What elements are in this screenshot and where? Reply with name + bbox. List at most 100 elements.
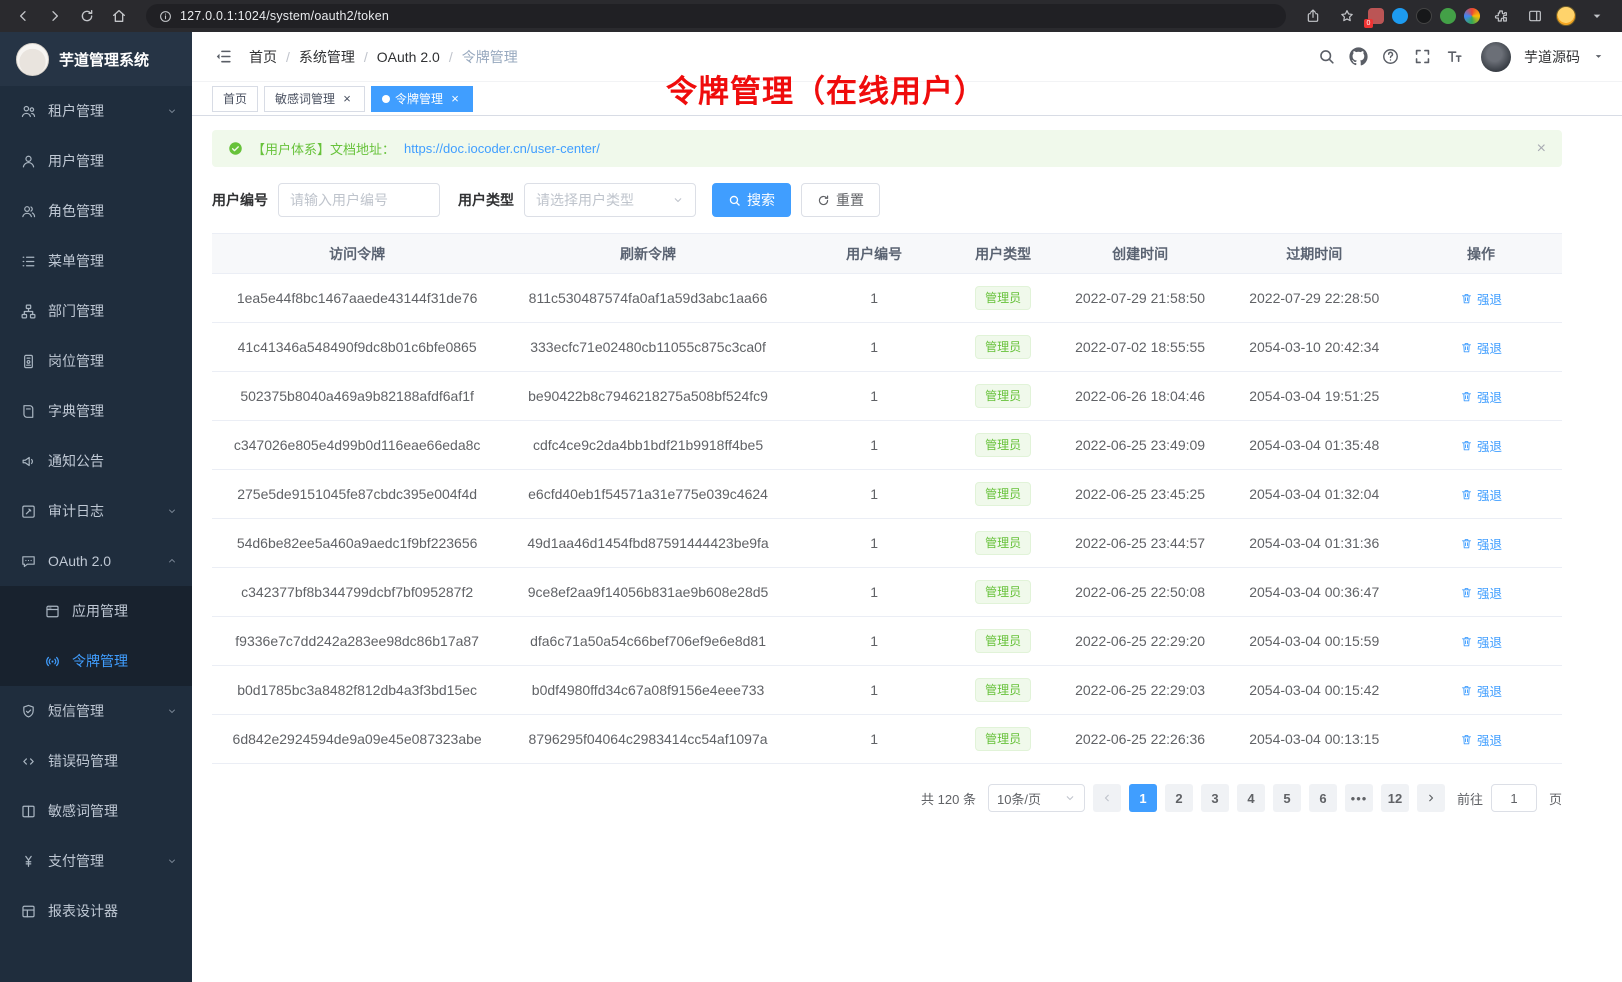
- chevron-down-icon: [166, 855, 178, 867]
- page-button-5[interactable]: 5: [1273, 784, 1301, 812]
- force-logout-button[interactable]: 强退: [1460, 632, 1502, 651]
- extension-icon[interactable]: [1416, 8, 1432, 24]
- breadcrumb-item[interactable]: 首页: [249, 47, 277, 67]
- sidebar-item-audit-log[interactable]: 审计日志: [0, 486, 192, 536]
- page-button-3[interactable]: 3: [1201, 784, 1229, 812]
- column-header: 用户类型: [954, 234, 1051, 274]
- user-avatar[interactable]: [1481, 42, 1511, 72]
- extension-icon[interactable]: 0: [1368, 8, 1384, 24]
- force-logout-button[interactable]: 强退: [1460, 583, 1502, 602]
- user-name[interactable]: 芋道源码: [1524, 47, 1580, 67]
- page-button-1[interactable]: 1: [1129, 784, 1157, 812]
- next-page-button[interactable]: [1417, 784, 1445, 812]
- extension-icon[interactable]: [1464, 8, 1480, 24]
- page-button-12[interactable]: 12: [1381, 784, 1409, 812]
- app-header: 首页/系统管理/OAuth 2.0/令牌管理 芋道源码: [192, 32, 1622, 82]
- user-caret-down-icon[interactable]: [1593, 51, 1604, 62]
- address-bar[interactable]: 127.0.0.1:1024/system/oauth2/token: [146, 4, 1286, 28]
- breadcrumb-item[interactable]: 系统管理: [299, 47, 355, 67]
- browser-profile-avatar[interactable]: [1556, 6, 1576, 26]
- page-button-4[interactable]: 4: [1237, 784, 1265, 812]
- tab-2[interactable]: 令牌管理×: [371, 86, 473, 112]
- bookmark-star-icon[interactable]: [1334, 3, 1360, 29]
- page-button-6[interactable]: 6: [1309, 784, 1337, 812]
- help-icon[interactable]: [1381, 47, 1400, 66]
- extension-icon[interactable]: [1440, 8, 1456, 24]
- force-logout-button[interactable]: 强退: [1460, 485, 1502, 504]
- sidebar-item-user[interactable]: 用户管理: [0, 136, 192, 186]
- goto-page-input[interactable]: [1491, 784, 1537, 812]
- github-icon[interactable]: [1349, 47, 1368, 66]
- font-size-icon[interactable]: [1445, 47, 1464, 66]
- reset-button-label: 重置: [836, 190, 864, 210]
- user-type-cell: 管理员: [954, 470, 1051, 519]
- browser-forward-icon[interactable]: [42, 3, 68, 29]
- fullscreen-icon[interactable]: [1413, 47, 1432, 66]
- page-list: 123456•••12: [1129, 784, 1409, 812]
- sidebar-item-oauth2[interactable]: OAuth 2.0: [0, 536, 192, 586]
- browser-refresh-icon[interactable]: [74, 3, 100, 29]
- doc-link[interactable]: https://doc.iocoder.cn/user-center/: [404, 141, 600, 156]
- user-type-select[interactable]: 请选择用户类型: [524, 183, 696, 217]
- user-id-cell: 1: [794, 470, 955, 519]
- prev-page-button[interactable]: [1093, 784, 1121, 812]
- force-logout-button[interactable]: 强退: [1460, 387, 1502, 406]
- sidebar-item-label: 字典管理: [48, 401, 178, 421]
- access-token-cell: 502375b8040a469a9b82188afdf6af1f: [212, 372, 502, 421]
- search-button[interactable]: 搜索: [712, 183, 791, 217]
- user-type-badge: 管理员: [975, 286, 1031, 310]
- alert-close-icon[interactable]: ×: [1537, 141, 1546, 157]
- force-logout-button[interactable]: 强退: [1460, 730, 1502, 749]
- extensions-puzzle-icon[interactable]: [1488, 3, 1514, 29]
- sidebar-item-oauth2-app[interactable]: 应用管理: [0, 586, 192, 636]
- tab-1[interactable]: 敏感词管理×: [264, 86, 365, 112]
- sidebar-item-dept[interactable]: 部门管理: [0, 286, 192, 336]
- sidebar-item-menu[interactable]: 菜单管理: [0, 236, 192, 286]
- force-logout-button[interactable]: 强退: [1460, 338, 1502, 357]
- sidebar-item-label: 租户管理: [48, 101, 166, 121]
- success-check-icon: [228, 141, 243, 156]
- sidebar-item-label: 错误码管理: [48, 751, 178, 771]
- search-icon[interactable]: [1317, 47, 1336, 66]
- sidebar-item-dict[interactable]: 字典管理: [0, 386, 192, 436]
- filter-bar: 用户编号 用户类型 请选择用户类型 搜索 重置: [212, 183, 1562, 217]
- sidebar-item-error-code[interactable]: 错误码管理: [0, 736, 192, 786]
- page-ellipsis[interactable]: •••: [1345, 784, 1373, 812]
- action-cell: 强退: [1400, 372, 1562, 421]
- extension-icon[interactable]: [1392, 8, 1408, 24]
- force-logout-button[interactable]: 强退: [1460, 534, 1502, 553]
- close-tab-icon[interactable]: ×: [340, 92, 354, 106]
- sidebar-item-notice[interactable]: 通知公告: [0, 436, 192, 486]
- sidebar-item-pay[interactable]: 支付管理: [0, 836, 192, 886]
- extension-badge: 0: [1364, 19, 1373, 28]
- app-logo[interactable]: 芋道管理系统: [0, 32, 192, 86]
- sidebar-item-report[interactable]: 报表设计器: [0, 886, 192, 936]
- browser-back-icon[interactable]: [10, 3, 36, 29]
- page-button-2[interactable]: 2: [1165, 784, 1193, 812]
- sidebar-item-oauth2-token[interactable]: 令牌管理: [0, 636, 192, 686]
- breadcrumb-item[interactable]: OAuth 2.0: [377, 49, 440, 65]
- chevron-down-icon: [166, 505, 178, 517]
- force-logout-button[interactable]: 强退: [1460, 289, 1502, 308]
- side-panel-icon[interactable]: [1522, 3, 1548, 29]
- collapse-menu-icon[interactable]: [214, 47, 233, 66]
- user-type-cell: 管理员: [954, 617, 1051, 666]
- force-logout-button[interactable]: 强退: [1460, 681, 1502, 700]
- tab-0[interactable]: 首页: [212, 86, 258, 112]
- sidebar-item-sms[interactable]: 短信管理: [0, 686, 192, 736]
- page-size-select[interactable]: 10条/页: [988, 784, 1085, 812]
- refresh-token-cell: 333ecfc71e02480cb11055c875c3ca0f: [502, 323, 794, 372]
- close-tab-icon[interactable]: ×: [448, 92, 462, 106]
- browser-menu-icon[interactable]: [1584, 3, 1610, 29]
- browser-home-icon[interactable]: [106, 3, 132, 29]
- site-info-icon[interactable]: [156, 7, 174, 25]
- sidebar-item-sensitive-word[interactable]: 敏感词管理: [0, 786, 192, 836]
- share-icon[interactable]: [1300, 3, 1326, 29]
- sidebar-item-role[interactable]: 角色管理: [0, 186, 192, 236]
- sidebar-item-post[interactable]: 岗位管理: [0, 336, 192, 386]
- expire-time-cell: 2054-03-04 19:51:25: [1229, 372, 1400, 421]
- user-id-input[interactable]: [278, 183, 440, 217]
- sidebar-item-tenant[interactable]: 租户管理: [0, 86, 192, 136]
- reset-button[interactable]: 重置: [801, 183, 880, 217]
- force-logout-button[interactable]: 强退: [1460, 436, 1502, 455]
